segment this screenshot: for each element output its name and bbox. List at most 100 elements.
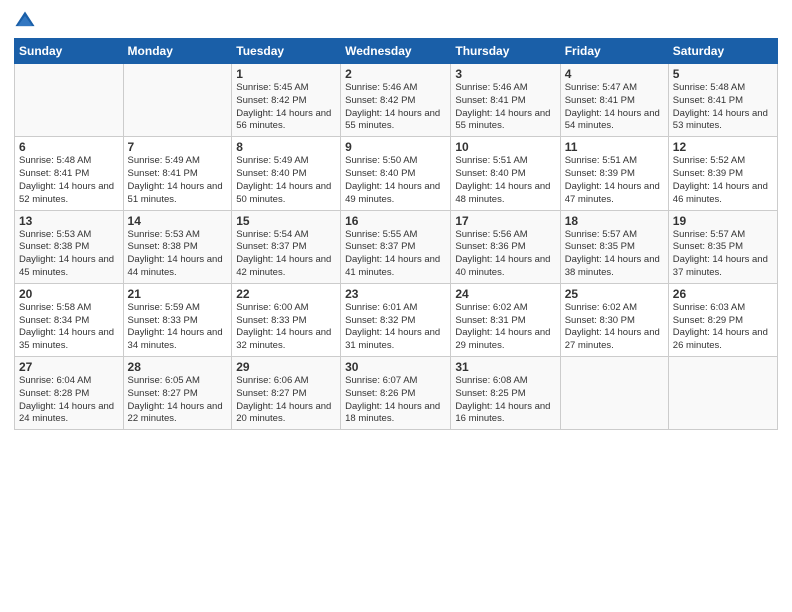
calendar-cell: 23Sunrise: 6:01 AM Sunset: 8:32 PM Dayli… <box>341 283 451 356</box>
day-info: Sunrise: 5:51 AM Sunset: 8:40 PM Dayligh… <box>455 155 555 206</box>
day-number: 16 <box>345 214 446 228</box>
day-info: Sunrise: 5:56 AM Sunset: 8:36 PM Dayligh… <box>455 229 555 280</box>
calendar-cell: 3Sunrise: 5:46 AM Sunset: 8:41 PM Daylig… <box>451 64 560 137</box>
day-info: Sunrise: 5:52 AM Sunset: 8:39 PM Dayligh… <box>673 155 773 206</box>
calendar-cell <box>123 64 232 137</box>
day-number: 13 <box>19 214 119 228</box>
day-info: Sunrise: 5:49 AM Sunset: 8:41 PM Dayligh… <box>128 155 228 206</box>
day-info: Sunrise: 6:01 AM Sunset: 8:32 PM Dayligh… <box>345 302 446 353</box>
day-number: 7 <box>128 140 228 154</box>
day-info: Sunrise: 5:46 AM Sunset: 8:42 PM Dayligh… <box>345 82 446 133</box>
day-number: 29 <box>236 360 336 374</box>
calendar-week-3: 13Sunrise: 5:53 AM Sunset: 8:38 PM Dayli… <box>15 210 778 283</box>
calendar-week-2: 6Sunrise: 5:48 AM Sunset: 8:41 PM Daylig… <box>15 137 778 210</box>
day-info: Sunrise: 5:46 AM Sunset: 8:41 PM Dayligh… <box>455 82 555 133</box>
page: SundayMondayTuesdayWednesdayThursdayFrid… <box>0 0 792 612</box>
day-info: Sunrise: 6:00 AM Sunset: 8:33 PM Dayligh… <box>236 302 336 353</box>
calendar-cell: 10Sunrise: 5:51 AM Sunset: 8:40 PM Dayli… <box>451 137 560 210</box>
calendar-cell: 18Sunrise: 5:57 AM Sunset: 8:35 PM Dayli… <box>560 210 668 283</box>
day-info: Sunrise: 5:54 AM Sunset: 8:37 PM Dayligh… <box>236 229 336 280</box>
day-info: Sunrise: 6:07 AM Sunset: 8:26 PM Dayligh… <box>345 375 446 426</box>
day-number: 23 <box>345 287 446 301</box>
day-info: Sunrise: 5:58 AM Sunset: 8:34 PM Dayligh… <box>19 302 119 353</box>
calendar-cell: 1Sunrise: 5:45 AM Sunset: 8:42 PM Daylig… <box>232 64 341 137</box>
day-number: 5 <box>673 67 773 81</box>
day-number: 3 <box>455 67 555 81</box>
day-info: Sunrise: 5:47 AM Sunset: 8:41 PM Dayligh… <box>565 82 664 133</box>
calendar-cell: 27Sunrise: 6:04 AM Sunset: 8:28 PM Dayli… <box>15 357 124 430</box>
calendar-cell <box>560 357 668 430</box>
calendar-cell: 16Sunrise: 5:55 AM Sunset: 8:37 PM Dayli… <box>341 210 451 283</box>
calendar-cell: 21Sunrise: 5:59 AM Sunset: 8:33 PM Dayli… <box>123 283 232 356</box>
calendar-header-friday: Friday <box>560 39 668 64</box>
calendar-cell: 13Sunrise: 5:53 AM Sunset: 8:38 PM Dayli… <box>15 210 124 283</box>
calendar-week-4: 20Sunrise: 5:58 AM Sunset: 8:34 PM Dayli… <box>15 283 778 356</box>
day-info: Sunrise: 6:08 AM Sunset: 8:25 PM Dayligh… <box>455 375 555 426</box>
day-number: 27 <box>19 360 119 374</box>
day-info: Sunrise: 5:49 AM Sunset: 8:40 PM Dayligh… <box>236 155 336 206</box>
calendar-header-row: SundayMondayTuesdayWednesdayThursdayFrid… <box>15 39 778 64</box>
calendar: SundayMondayTuesdayWednesdayThursdayFrid… <box>14 38 778 430</box>
calendar-cell: 9Sunrise: 5:50 AM Sunset: 8:40 PM Daylig… <box>341 137 451 210</box>
day-number: 2 <box>345 67 446 81</box>
day-number: 17 <box>455 214 555 228</box>
day-number: 18 <box>565 214 664 228</box>
day-number: 11 <box>565 140 664 154</box>
day-info: Sunrise: 5:59 AM Sunset: 8:33 PM Dayligh… <box>128 302 228 353</box>
calendar-cell: 19Sunrise: 5:57 AM Sunset: 8:35 PM Dayli… <box>668 210 777 283</box>
calendar-cell: 24Sunrise: 6:02 AM Sunset: 8:31 PM Dayli… <box>451 283 560 356</box>
day-info: Sunrise: 5:55 AM Sunset: 8:37 PM Dayligh… <box>345 229 446 280</box>
calendar-cell: 30Sunrise: 6:07 AM Sunset: 8:26 PM Dayli… <box>341 357 451 430</box>
day-info: Sunrise: 5:53 AM Sunset: 8:38 PM Dayligh… <box>19 229 119 280</box>
logo <box>14 10 38 32</box>
day-number: 10 <box>455 140 555 154</box>
day-info: Sunrise: 6:05 AM Sunset: 8:27 PM Dayligh… <box>128 375 228 426</box>
header <box>14 10 778 32</box>
day-info: Sunrise: 5:51 AM Sunset: 8:39 PM Dayligh… <box>565 155 664 206</box>
day-number: 24 <box>455 287 555 301</box>
calendar-cell: 6Sunrise: 5:48 AM Sunset: 8:41 PM Daylig… <box>15 137 124 210</box>
day-info: Sunrise: 5:53 AM Sunset: 8:38 PM Dayligh… <box>128 229 228 280</box>
day-info: Sunrise: 5:48 AM Sunset: 8:41 PM Dayligh… <box>673 82 773 133</box>
day-number: 21 <box>128 287 228 301</box>
day-info: Sunrise: 6:03 AM Sunset: 8:29 PM Dayligh… <box>673 302 773 353</box>
day-number: 28 <box>128 360 228 374</box>
day-number: 19 <box>673 214 773 228</box>
calendar-cell: 17Sunrise: 5:56 AM Sunset: 8:36 PM Dayli… <box>451 210 560 283</box>
day-info: Sunrise: 6:04 AM Sunset: 8:28 PM Dayligh… <box>19 375 119 426</box>
calendar-week-1: 1Sunrise: 5:45 AM Sunset: 8:42 PM Daylig… <box>15 64 778 137</box>
day-info: Sunrise: 6:02 AM Sunset: 8:30 PM Dayligh… <box>565 302 664 353</box>
day-info: Sunrise: 5:57 AM Sunset: 8:35 PM Dayligh… <box>565 229 664 280</box>
calendar-cell: 12Sunrise: 5:52 AM Sunset: 8:39 PM Dayli… <box>668 137 777 210</box>
day-info: Sunrise: 5:57 AM Sunset: 8:35 PM Dayligh… <box>673 229 773 280</box>
calendar-header-thursday: Thursday <box>451 39 560 64</box>
calendar-header-tuesday: Tuesday <box>232 39 341 64</box>
calendar-header-saturday: Saturday <box>668 39 777 64</box>
day-info: Sunrise: 6:02 AM Sunset: 8:31 PM Dayligh… <box>455 302 555 353</box>
day-number: 25 <box>565 287 664 301</box>
calendar-cell: 26Sunrise: 6:03 AM Sunset: 8:29 PM Dayli… <box>668 283 777 356</box>
day-number: 15 <box>236 214 336 228</box>
calendar-cell <box>668 357 777 430</box>
calendar-cell: 20Sunrise: 5:58 AM Sunset: 8:34 PM Dayli… <box>15 283 124 356</box>
day-info: Sunrise: 6:06 AM Sunset: 8:27 PM Dayligh… <box>236 375 336 426</box>
day-number: 30 <box>345 360 446 374</box>
day-number: 12 <box>673 140 773 154</box>
day-number: 4 <box>565 67 664 81</box>
day-info: Sunrise: 5:50 AM Sunset: 8:40 PM Dayligh… <box>345 155 446 206</box>
day-number: 14 <box>128 214 228 228</box>
calendar-cell: 28Sunrise: 6:05 AM Sunset: 8:27 PM Dayli… <box>123 357 232 430</box>
calendar-cell <box>15 64 124 137</box>
calendar-cell: 8Sunrise: 5:49 AM Sunset: 8:40 PM Daylig… <box>232 137 341 210</box>
calendar-cell: 22Sunrise: 6:00 AM Sunset: 8:33 PM Dayli… <box>232 283 341 356</box>
calendar-cell: 4Sunrise: 5:47 AM Sunset: 8:41 PM Daylig… <box>560 64 668 137</box>
calendar-cell: 11Sunrise: 5:51 AM Sunset: 8:39 PM Dayli… <box>560 137 668 210</box>
day-number: 9 <box>345 140 446 154</box>
calendar-header-monday: Monday <box>123 39 232 64</box>
calendar-cell: 29Sunrise: 6:06 AM Sunset: 8:27 PM Dayli… <box>232 357 341 430</box>
day-number: 22 <box>236 287 336 301</box>
calendar-header-wednesday: Wednesday <box>341 39 451 64</box>
calendar-week-5: 27Sunrise: 6:04 AM Sunset: 8:28 PM Dayli… <box>15 357 778 430</box>
day-number: 6 <box>19 140 119 154</box>
calendar-cell: 2Sunrise: 5:46 AM Sunset: 8:42 PM Daylig… <box>341 64 451 137</box>
